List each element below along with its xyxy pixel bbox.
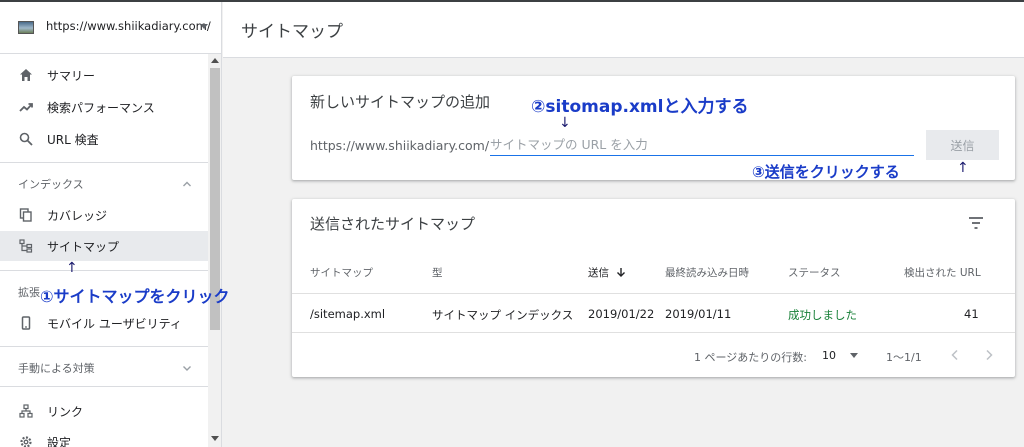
sidebar-divider xyxy=(0,386,208,387)
column-header-submitted[interactable]: 送信 xyxy=(588,265,626,280)
rows-per-page-value: 10 xyxy=(822,349,836,362)
cell-discovered-urls: 41 xyxy=(964,307,979,321)
caret-down-icon xyxy=(200,24,208,29)
sidebar-item-url-inspection[interactable]: URL 検査 xyxy=(0,124,208,154)
chevron-up-icon[interactable] xyxy=(182,179,192,189)
column-header-label: 送信 xyxy=(588,267,609,279)
add-sitemap-title: 新しいサイトマップの追加 xyxy=(310,93,491,111)
home-icon xyxy=(18,67,34,83)
sidebar-divider xyxy=(0,162,208,163)
submitted-sitemaps-card: 送信されたサイトマップ サイトマップ 型 送信 最終読み込み日時 ステータス 検… xyxy=(292,199,1015,377)
caret-down-icon xyxy=(849,353,858,358)
property-selector[interactable]: https://www.shiikadiary.com/ xyxy=(0,2,221,54)
sidebar: https://www.shiikadiary.com/ サマリー 検索パフォー… xyxy=(0,2,222,447)
annotation-arrow-up: ↑ xyxy=(957,160,969,176)
page-range: 1〜1/1 xyxy=(886,351,922,364)
table-divider xyxy=(292,332,1015,333)
copy-icon xyxy=(18,207,34,223)
column-header-type[interactable]: 型 xyxy=(432,265,443,280)
url-prefix: https://www.shiikadiary.com/ xyxy=(310,138,490,153)
cell-last-read: 2019/01/11 xyxy=(665,307,732,321)
scroll-down-icon[interactable] xyxy=(211,436,219,441)
section-label-manual-actions: 手動による対策 xyxy=(18,362,95,375)
cell-sitemap[interactable]: /sitemap.xml xyxy=(310,307,385,321)
sidebar-item-label: リンク xyxy=(47,405,84,419)
property-url: https://www.shiikadiary.com/ xyxy=(46,19,211,33)
sidebar-item-overview[interactable]: サマリー xyxy=(0,60,208,90)
sidebar-item-label: サマリー xyxy=(47,69,96,83)
section-label-index: インデックス xyxy=(18,178,84,191)
sidebar-item-label: URL 検査 xyxy=(47,133,99,147)
sidebar-item-links[interactable]: リンク xyxy=(0,396,208,426)
trending-up-icon xyxy=(18,99,34,115)
links-icon xyxy=(18,403,34,419)
column-header-last-read[interactable]: 最終読み込み日時 xyxy=(665,265,749,280)
sidebar-item-label: 設定 xyxy=(47,436,72,447)
annotation-step1: ①サイトマップをクリック xyxy=(40,287,230,306)
rows-per-page-label: 1 ページあたりの行数: xyxy=(694,351,807,364)
chevron-right-icon[interactable] xyxy=(984,349,994,361)
phone-icon xyxy=(18,315,34,331)
chevron-left-icon[interactable] xyxy=(950,349,960,361)
sidebar-item-label: 検索パフォーマンス xyxy=(47,101,155,115)
section-label-enhancements: 拡張 xyxy=(18,286,40,299)
sidebar-item-label: カバレッジ xyxy=(47,209,108,223)
sidebar-item-performance[interactable]: 検索パフォーマンス xyxy=(0,92,208,122)
chevron-down-icon[interactable] xyxy=(182,363,192,373)
sitemap-icon xyxy=(18,238,34,254)
page-title: サイトマップ xyxy=(241,22,343,42)
sidebar-item-mobile-usability[interactable]: モバイル ユーザビリティ xyxy=(0,308,208,338)
sidebar-item-coverage[interactable]: カバレッジ xyxy=(0,200,208,230)
submitted-sitemaps-title: 送信されたサイトマップ xyxy=(310,215,476,233)
sidebar-divider xyxy=(0,270,208,271)
filter-icon[interactable] xyxy=(968,216,984,230)
page-header: サイトマップ xyxy=(223,2,1024,58)
site-favicon-icon xyxy=(18,21,34,34)
gear-icon xyxy=(18,434,34,447)
column-header-status[interactable]: ステータス xyxy=(788,265,841,280)
status-badge: 成功しました xyxy=(788,308,857,322)
cell-submitted: 2019/01/22 xyxy=(588,307,655,321)
sidebar-item-settings[interactable]: 設定 xyxy=(0,427,208,447)
cell-type: サイトマップ インデックス xyxy=(432,308,574,322)
table-divider xyxy=(292,293,1015,294)
column-header-sitemap[interactable]: サイトマップ xyxy=(310,265,373,280)
rows-per-page-select[interactable]: 10 xyxy=(822,349,858,362)
annotation-arrow-up: ↑ xyxy=(66,260,78,276)
sidebar-scrollbar[interactable] xyxy=(208,54,221,447)
sitemap-url-input[interactable] xyxy=(490,134,914,156)
scroll-up-icon[interactable] xyxy=(211,58,219,63)
sidebar-item-sitemaps[interactable]: サイトマップ xyxy=(0,231,208,261)
annotation-step3: ③送信をクリックする xyxy=(752,163,900,181)
annotation-step2: ②sitomap.xmlと入力する xyxy=(531,97,749,117)
annotation-arrow-down: ↓ xyxy=(559,115,571,131)
submit-button[interactable]: 送信 xyxy=(926,130,999,160)
sidebar-item-label: サイトマップ xyxy=(47,240,120,254)
column-header-discovered-urls[interactable]: 検出された URL xyxy=(904,265,981,280)
sidebar-divider xyxy=(0,346,208,347)
arrow-down-icon xyxy=(617,268,626,277)
sidebar-item-label: モバイル ユーザビリティ xyxy=(47,317,182,331)
search-icon xyxy=(18,131,34,147)
